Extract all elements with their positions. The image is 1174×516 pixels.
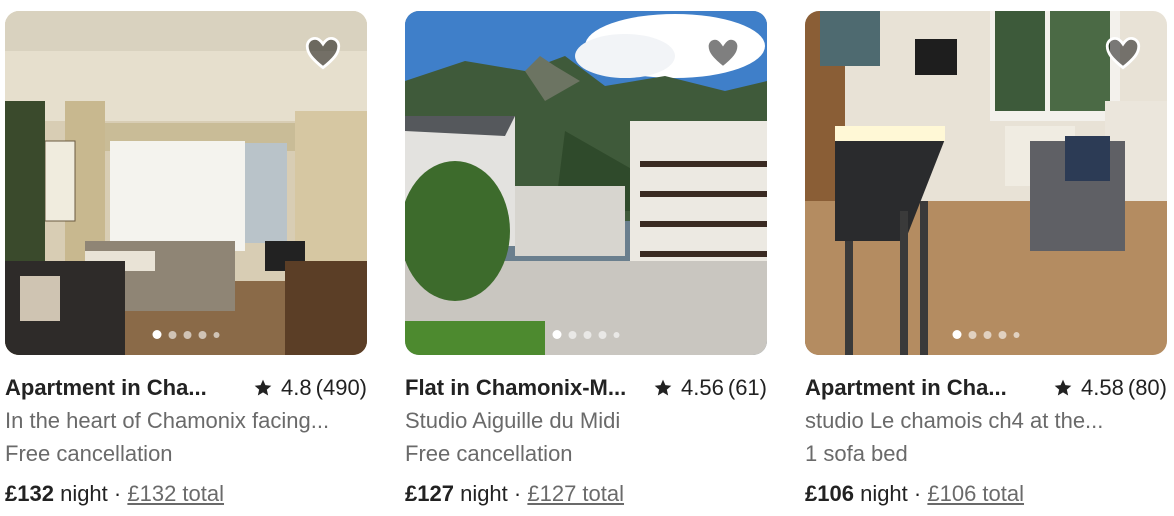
price-unit: night [60, 481, 108, 506]
price-separator: · [913, 481, 922, 506]
listing-description: studio Le chamois ch4 at the... [805, 408, 1104, 433]
listing-rating: 4.8 (490) [253, 375, 367, 401]
pagination-dot[interactable] [213, 331, 220, 338]
heart-icon [1105, 36, 1141, 70]
favorite-heart-button[interactable] [705, 36, 741, 70]
star-icon [1054, 379, 1072, 396]
listing-photo[interactable] [805, 11, 1167, 355]
listing-price: £106 night · £106 total [805, 478, 1167, 510]
price-unit: night [860, 481, 908, 506]
pagination-dot-active[interactable] [552, 330, 562, 339]
listing-detail: Free cancellation [5, 441, 173, 466]
listing-detail: Free cancellation [405, 441, 573, 466]
rating-value: 4.8 [281, 375, 312, 400]
review-count: (490) [315, 375, 367, 400]
listing-card[interactable]: Apartment in Cha... 4.58 (80) studio Le … [805, 11, 1167, 510]
pagination-dot[interactable] [568, 330, 577, 339]
rating-value: 4.58 [1081, 375, 1124, 400]
heart-icon [705, 36, 741, 70]
pagination-dot[interactable] [1013, 331, 1020, 338]
listing-price: £132 night · £132 total [5, 478, 367, 510]
pagination-dot[interactable] [998, 330, 1007, 339]
price-unit: night [460, 481, 508, 506]
photo-pagination [952, 330, 1020, 339]
review-count: (80) [1127, 375, 1167, 400]
pagination-dot[interactable] [183, 330, 192, 339]
listing-info: Apartment in Cha... 4.58 (80) studio Le … [805, 355, 1167, 510]
pagination-dot-active[interactable] [152, 330, 162, 339]
listing-info: Flat in Chamonix-M... 4.56 (61) Studio A… [405, 355, 767, 510]
pagination-dot[interactable] [983, 330, 992, 339]
price-separator: · [513, 481, 522, 506]
favorite-heart-button[interactable] [305, 36, 341, 70]
listing-description: In the heart of Chamonix facing... [5, 408, 330, 433]
review-count: (61) [727, 375, 767, 400]
listing-title[interactable]: Flat in Chamonix-M... [405, 375, 626, 401]
listing-title[interactable]: Apartment in Cha... [5, 375, 207, 401]
price-amount: £106 [805, 481, 854, 506]
favorite-heart-button[interactable] [1105, 36, 1141, 70]
listing-price: £127 night · £127 total [405, 478, 767, 510]
price-total-link[interactable]: £132 total [127, 481, 224, 506]
photo-pagination [552, 330, 620, 339]
photo-pagination [152, 330, 220, 339]
listing-detail: 1 sofa bed [805, 441, 908, 466]
heart-icon [305, 36, 341, 70]
listing-rating: 4.58 (80) [1053, 375, 1167, 401]
listing-rating: 4.56 (61) [653, 375, 767, 401]
listing-card[interactable]: Flat in Chamonix-M... 4.56 (61) Studio A… [405, 11, 767, 510]
listing-photo[interactable] [5, 11, 367, 355]
listing-title[interactable]: Apartment in Cha... [805, 375, 1007, 401]
rating-value: 4.56 [681, 375, 724, 400]
listing-card[interactable]: Apartment in Cha... 4.8 (490) In the hea… [5, 11, 367, 510]
listing-photo[interactable] [405, 11, 767, 355]
listing-grid: Apartment in Cha... 4.8 (490) In the hea… [0, 0, 1174, 516]
price-separator: · [113, 481, 122, 506]
price-amount: £127 [405, 481, 454, 506]
star-icon [254, 379, 272, 396]
pagination-dot[interactable] [168, 330, 177, 339]
pagination-dot[interactable] [968, 330, 977, 339]
pagination-dot[interactable] [198, 330, 207, 339]
listing-info: Apartment in Cha... 4.8 (490) In the hea… [5, 355, 367, 510]
pagination-dot[interactable] [598, 330, 607, 339]
listing-description: Studio Aiguille du Midi [405, 408, 621, 433]
price-total-link[interactable]: £106 total [927, 481, 1024, 506]
price-total-link[interactable]: £127 total [527, 481, 624, 506]
pagination-dot[interactable] [583, 330, 592, 339]
star-icon [654, 379, 672, 396]
price-amount: £132 [5, 481, 54, 506]
pagination-dot[interactable] [613, 331, 620, 338]
pagination-dot-active[interactable] [952, 330, 962, 339]
